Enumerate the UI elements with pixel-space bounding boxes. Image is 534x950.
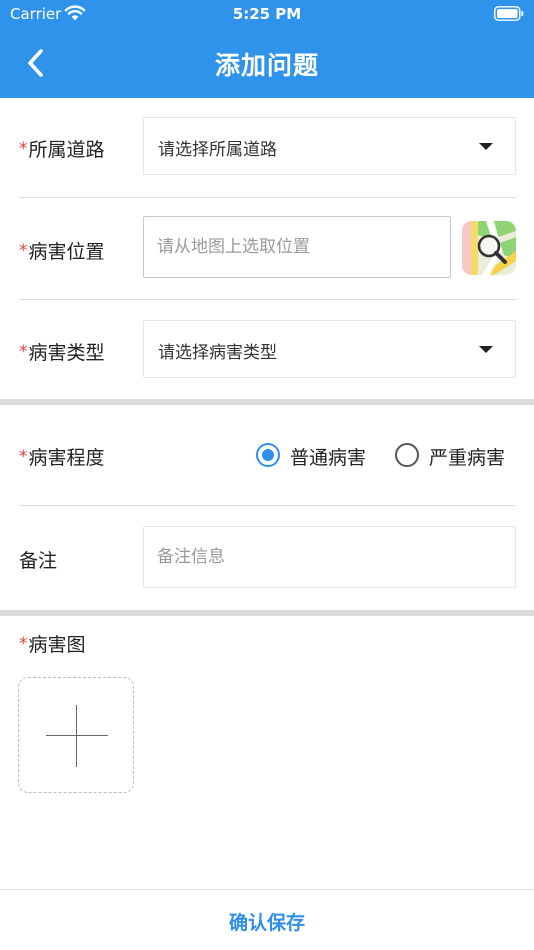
- caret-down-icon: [479, 346, 493, 353]
- road-select[interactable]: 请选择所属道路: [143, 117, 516, 175]
- remark-input[interactable]: [143, 526, 516, 588]
- road-select-value: 请选择所属道路: [158, 140, 277, 160]
- add-image-button[interactable]: [18, 677, 134, 793]
- required-mark: *: [19, 342, 28, 362]
- section-separator: [0, 399, 534, 405]
- section-separator: [0, 610, 534, 616]
- page-title: 添加问题: [214, 51, 319, 80]
- divider: [19, 505, 516, 506]
- battery-icon: [494, 6, 524, 21]
- caret-down-icon: [479, 143, 493, 150]
- plus-icon-stroke: [76, 705, 77, 767]
- severity-label: *病害程度: [19, 447, 105, 469]
- radio-checked-icon: [256, 443, 280, 467]
- screen: Carrier 5:25 PM 添加问题 *所属道路 请选择所属道路 *病害位置: [0, 0, 534, 950]
- confirm-save-button[interactable]: 确认保存: [0, 908, 534, 935]
- road-label: *所属道路: [19, 139, 105, 161]
- status-time: 5:25 PM: [232, 5, 302, 23]
- status-bar: Carrier 5:25 PM: [0, 0, 534, 28]
- plus-icon: [46, 735, 108, 736]
- required-mark: *: [19, 139, 28, 159]
- divider: [19, 197, 516, 198]
- required-mark: *: [19, 241, 28, 261]
- type-select-value: 请选择病害类型: [158, 343, 277, 363]
- navigation-bar: Carrier 5:25 PM 添加问题: [0, 0, 534, 98]
- severity-option-label: 严重病害: [429, 447, 506, 469]
- divider: [19, 299, 516, 300]
- required-mark: *: [19, 634, 28, 654]
- severity-option-normal[interactable]: 普通病害: [256, 441, 380, 471]
- severity-option-label: 普通病害: [290, 447, 367, 469]
- type-label: *病害类型: [19, 342, 105, 364]
- location-label: *病害位置: [19, 241, 105, 263]
- map-search-icon[interactable]: [462, 221, 516, 275]
- remark-label: 备注: [19, 550, 58, 572]
- image-label: *病害图: [19, 634, 86, 656]
- type-select[interactable]: 请选择病害类型: [143, 320, 516, 378]
- severity-option-severe[interactable]: 严重病害: [395, 441, 517, 471]
- required-mark: *: [19, 447, 28, 467]
- location-input[interactable]: [143, 216, 451, 278]
- radio-unchecked-icon: [395, 443, 419, 467]
- footer-bar: 确认保存: [0, 889, 534, 950]
